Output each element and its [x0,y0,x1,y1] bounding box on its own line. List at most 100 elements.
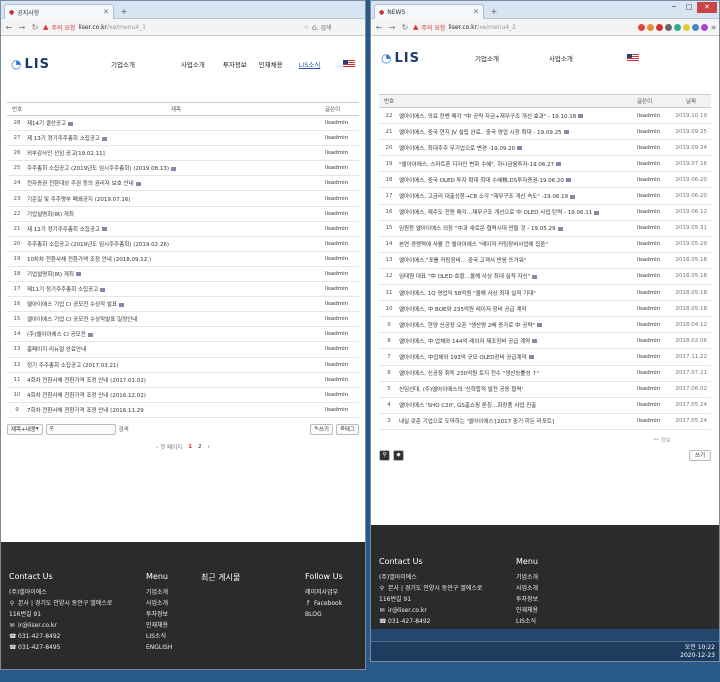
table-row[interactable]: 15 엘아이에스 기업 CI 공모전 수상작발표 일정안내 lisadmin [7,312,359,328]
follow-blog[interactable]: BLOG [305,609,343,620]
row-title[interactable]: 10차차 전환사채 전환가액 조정 안내 (2018.09.12.) [27,255,325,263]
table-row[interactable]: 17 엘아이에스, 고금리 대출상환→CB 소각 "재무구조 개선 속도" -19… [379,188,711,205]
nav-business[interactable]: 사업소개 [549,53,573,63]
email-text[interactable]: ir@liser.co.kr [388,607,427,614]
table-row[interactable]: 12 임태원 대표 "中 OLED 호황…올해 사상 최대 실적 자신" lisad… [379,269,711,286]
search-input[interactable]: ⚲ [45,423,116,435]
extension-icon[interactable] [700,23,708,31]
table-row[interactable]: 28 제14기 결산공고 lisadmin [7,116,359,132]
extension-icon[interactable] [664,23,672,31]
footer-menu-item[interactable]: 사업소개 [146,598,172,609]
page-1[interactable]: 1 [188,444,192,450]
table-row[interactable]: 26 외부감사인 선임 공고[19.02.11] lisadmin [7,146,359,162]
back-icon[interactable]: ← [374,23,384,32]
tab-news[interactable]: ● NEWS ✕ [374,4,484,19]
reload-icon[interactable]: ↻ [400,23,410,32]
us-flag-icon[interactable] [626,54,639,62]
table-row[interactable]: 18 엘아이에스, 중국 OLED 투자 확대 최대 수혜株,DS투자증권-19.… [379,172,711,189]
table-row[interactable]: 3 내실 갖춘 기업으로 도약하는 '엘아이에스'[2017 중기 히든 리포트]… [379,414,711,430]
row-title[interactable]: 외부감사인 선임 공고[19.02.11] [27,149,325,157]
table-row[interactable]: 21 제 12기 정기주주총회 소집공고 lisadmin [7,222,359,237]
row-title[interactable]: 엘아이에스, 中 BOE와 235억원 레이저 장비 공급 계약 [399,305,637,313]
table-row[interactable]: 24 전자증권 전환대상 주권 등의 권리자 보호 안내 lisadmin [7,176,359,192]
table-row[interactable]: 4 엘아이에스 'SHO C20', GS홈쇼핑 론칭…화장품 사업 진출 lisa… [379,398,711,414]
footer-menu-item[interactable]: 투자정보 [146,609,172,620]
row-title[interactable]: 홈페이지 리뉴얼 완료안내 [27,345,325,353]
write-button[interactable]: ✎ 쓰기 [310,423,333,435]
row-title[interactable]: 기업설명회(IR) 개최 [27,210,325,218]
us-flag-icon[interactable] [343,60,355,68]
footer-menu-item[interactable]: LIS소식 [516,616,542,627]
row-title[interactable]: 기업설명회(IR) 개최 [27,270,325,278]
table-row[interactable]: 22 엘아이에스, 의료 컨벤 매각 "中 공략 자금+재무구조 개선 효과" -… [379,108,711,125]
page-2[interactable]: 2 [198,444,202,450]
nav-business[interactable]: 사업소개 [181,59,205,69]
logo[interactable]: ◔ LIS [11,57,91,72]
close-tab-icon[interactable]: ✕ [103,8,109,16]
nav-company[interactable]: 기업소개 [475,53,499,63]
table-row[interactable]: 22 기업설명회(IR) 개최 lisadmin [7,207,359,222]
row-title[interactable]: 임원등 엘아이에스 의장 "中과 새로운 협력시대 만들 것 - 19.05.2… [399,224,637,232]
table-row[interactable]: 7 엘아이에스, 中업체와 193억 규모 OLED장비 공급계약 lisadmin… [379,349,711,366]
close-tab-icon[interactable]: ✕ [473,8,479,16]
table-row[interactable]: 10 엘아이에스, 中 BOE와 235억원 레이저 장비 공급 계약 lisadm… [379,301,711,318]
table-row[interactable]: 21 엘아이에스, 중국 현지 JV 설립 완료.. 중국 영업 시장 확대 - … [379,124,711,141]
table-row[interactable]: 8 엘아이에스, 中 업체와 144억 레이저 제조장비 공급 계약 lisadmi… [379,333,711,350]
maximize-icon[interactable]: □ [682,2,696,13]
table-row[interactable]: 13 홈페이지 리뉴얼 완료안내 lisadmin [7,342,359,358]
row-title[interactable]: 7회차 전환사채 전환가격 조정 안내 (2016.11.29 [27,406,325,414]
forward-icon[interactable]: → [387,23,397,32]
footer-menu-item[interactable]: ENGLISH [146,642,172,653]
table-row[interactable]: 19 10차차 전환사채 전환가액 조정 안내 (2018.09.12.) lisa… [7,252,359,267]
tag-toggle-icon[interactable]: ◆ [393,449,404,461]
table-row[interactable]: 27 제 13기 정기주주총회 소집공고 lisadmin [7,131,359,147]
url-field[interactable]: liser.co.kr/xe/menu4_1 [78,24,300,31]
row-title[interactable]: 본연 경쟁력에 사활 건 엘아이에스 "레이저 커팅장비사업에 집중" [399,240,637,248]
table-row[interactable]: 6 엘아이에스, 신공장 취득 230억원 토지 전수 "생산능률성 ↑" lisa… [379,366,711,382]
nav-company[interactable]: 기업소개 [111,59,135,69]
table-row[interactable]: 12 정기 주주총회 소집공고 (2017.03.21) lisadmin [7,358,359,373]
row-title[interactable]: 제14기 결산공고 [27,119,325,127]
back-icon[interactable]: ← [4,23,14,32]
security-warning[interactable]: 주의 요함 [421,23,445,32]
logo[interactable]: ◔ LIS [381,51,461,66]
extension-icon[interactable] [655,23,663,31]
tab-notice[interactable]: ● 공지사항 ✕ [4,4,114,19]
extension-icon[interactable] [691,23,699,31]
row-title[interactable]: 엘아이에스, 고금리 대출상환→CB 소각 "재무구조 개선 속도" -19.0… [399,192,637,200]
table-row[interactable]: 25 주주총회 소집공고 (2019년도 임시주주총회) (2019.08.13)… [7,161,359,177]
row-title[interactable]: 주주총회 소집공고 (2019년도 임시주주총회) (2019.08.13) [27,164,325,172]
star-icon[interactable]: ☆ [304,24,309,31]
close-window-icon[interactable]: ✕ [697,2,717,13]
table-row[interactable]: 23 기준일 및 주주명부 폐쇄공지 (2019.07.16) lisadmin [7,191,359,207]
first-page-link[interactable]: ‹ 첫 페이지 [156,443,182,451]
row-title[interactable]: 엘아이에스,"포를 커팅장비… 중국 고객서 반응 뜨거워" [399,256,637,264]
extension-icon[interactable] [646,23,654,31]
search-box[interactable]: G. 검색 [312,23,362,32]
row-title[interactable]: 내실 갖춘 기업으로 도약하는 '엘아이에스'[2017 중기 히든 리포트] [399,417,637,425]
row-title[interactable]: 4회차 전환사채 전환가격 조정 안내 (2017.01.02) [27,376,325,384]
row-title[interactable]: 제11기 정기주주총회 소집공고 [27,285,325,293]
next-page-icon[interactable]: › [208,444,210,450]
row-title[interactable]: (주)엘아이에스 CI 공모전 [27,330,325,338]
email-text[interactable]: ir@liser.co.kr [18,622,57,629]
row-title[interactable]: 엘아이에스, 중국 OLED 투자 확대 최대 수혜株,DS투자증권-19.06… [399,176,637,184]
row-title[interactable]: 엘아이에스, 제주도 전원 매각…재무구조 개선으로 中 OLED 사업 탄력 … [399,208,637,216]
table-row[interactable]: 11 엘아이에스, 1Q 영업익 58억원 "올해 사상 최대 실적 기대" lis… [379,285,711,302]
nav-recruit[interactable]: 인재채용 [259,59,283,69]
new-tab-icon[interactable]: + [118,7,130,17]
row-title[interactable]: 기준일 및 주주명부 폐쇄공지 (2019.07.16) [27,195,325,203]
minimize-icon[interactable]: ─ [667,2,681,13]
row-title[interactable]: "엘아이에스, 스마트폰 디자인 변화 수혜", 하나금융투자-19.06.27 [399,160,637,168]
table-row[interactable]: 10 4회차 전환사채 전환가격 조정 안내 (2016.12.02) lisadm… [7,388,359,403]
system-clock[interactable]: 오전 10:22 2020-12-23 [680,644,715,660]
extension-icon[interactable] [682,23,690,31]
row-title[interactable]: 엘아이에스, 1Q 영업익 58억원 "올해 사상 최대 실적 기대" [399,289,637,297]
row-title[interactable]: 엘아이에스 'SHO C20', GS홈쇼핑 론칭…화장품 사업 진출 [399,401,637,409]
footer-menu-item[interactable]: 투자정보 [516,594,542,605]
table-row[interactable]: 17 제11기 정기주주총회 소집공고 lisadmin [7,282,359,298]
table-row[interactable]: 9 7회차 전환사채 전환가격 조정 안내 (2016.11.29 lisadmin [7,403,359,418]
follow-facebook[interactable]: f Facebook [305,598,343,609]
table-row[interactable]: 16 엘아이에스, 제주도 전원 매각…재무구조 개선으로 中 OLED 사업 탄… [379,205,711,221]
row-title[interactable]: 엘아이에스, 현양 신공장 오픈 "생산량 2배 증가로 中 공략" [399,321,637,329]
